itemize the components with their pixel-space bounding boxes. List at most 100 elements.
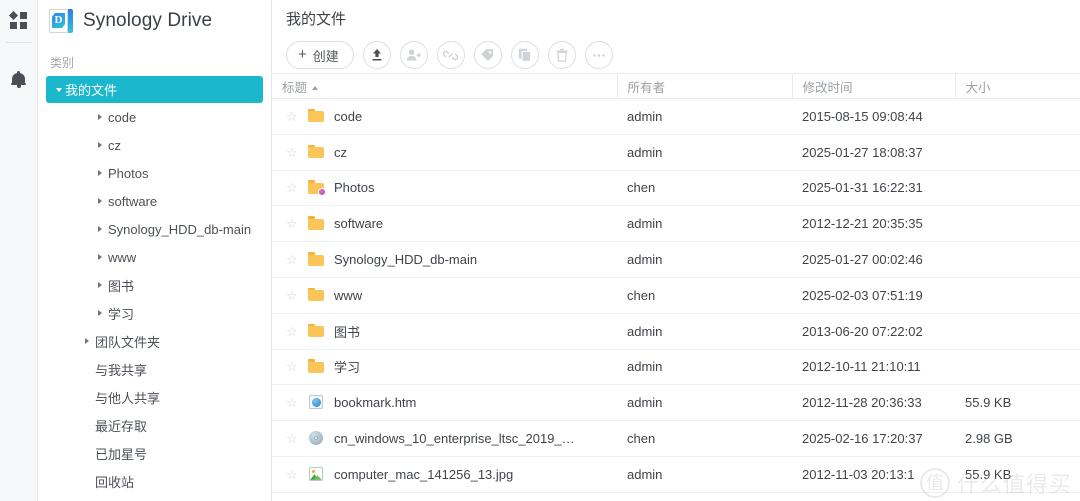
sidebar-item-recycle-bin[interactable]: 回收站 (38, 467, 271, 495)
chevron-right-icon[interactable] (93, 226, 106, 232)
sidebar-item-cz[interactable]: cz (38, 131, 271, 159)
column-header-size[interactable]: 大小 (954, 73, 1080, 99)
sidebar-item-code[interactable]: code (38, 103, 271, 131)
file-name: code (334, 108, 363, 124)
chevron-right-icon[interactable] (93, 310, 106, 316)
column-header-title-label: 标题 (282, 80, 308, 95)
table-row[interactable]: ☆ cz admin 2025-01-27 18:08:37 (272, 134, 1080, 171)
star-icon[interactable]: ☆ (286, 468, 299, 481)
file-owner: chen (617, 170, 792, 207)
table-row[interactable]: ☆ 学习 admin 2012-10-11 21:10:11 (272, 349, 1080, 386)
star-icon[interactable]: ☆ (286, 325, 299, 338)
file-modified-time: 2012-10-11 21:10:11 (792, 349, 955, 386)
chevron-down-icon[interactable] (52, 87, 65, 92)
star-icon[interactable]: ☆ (286, 360, 299, 373)
sidebar-item-study[interactable]: 学习 (38, 299, 271, 327)
link-icon (443, 50, 459, 60)
sidebar-item-www[interactable]: www (38, 243, 271, 271)
create-button[interactable]: + 创建 (286, 41, 354, 69)
sidebar-item-label: 与我共享 (95, 362, 148, 378)
chevron-right-icon[interactable] (93, 142, 106, 148)
star-icon[interactable]: ☆ (286, 146, 299, 159)
chevron-right-icon[interactable] (80, 338, 93, 344)
file-owner: admin (617, 205, 792, 243)
chevron-right-icon[interactable] (93, 170, 106, 176)
file-size (955, 205, 1080, 243)
column-header-modified-time[interactable]: 修改时间 (791, 73, 955, 99)
file-modified-time: 2013-06-20 07:22:02 (792, 313, 955, 350)
star-icon[interactable]: ☆ (286, 396, 299, 409)
sidebar-item-label: 团队文件夹 (95, 334, 161, 350)
file-owner: admin (617, 349, 792, 386)
table-row[interactable]: ☆ software admin 2012-12-21 20:35:35 (272, 205, 1080, 243)
chevron-right-icon[interactable] (93, 198, 106, 204)
chevron-right-icon[interactable] (93, 282, 106, 288)
folder-icon (308, 323, 325, 339)
sidebar-item-synology-hdd-db-main[interactable]: Synology_HDD_db-main (38, 215, 271, 243)
table-row[interactable]: ☆ bookmark.htm admin 2012-11-28 20:36:33… (272, 384, 1080, 422)
column-header-title[interactable]: 标题 (272, 73, 617, 99)
sidebar-item-label: 最近存取 (95, 418, 148, 434)
sidebar-item-software[interactable]: software (38, 187, 271, 215)
star-icon[interactable]: ☆ (286, 110, 299, 123)
sidebar-item-shared-with-me[interactable]: 与我共享 (38, 355, 271, 383)
column-header-owner[interactable]: 所有者 (616, 73, 792, 99)
sidebar-item-shared-with-others[interactable]: 与他人共享 (38, 383, 271, 411)
file-modified-time: 2025-01-27 18:08:37 (792, 134, 955, 171)
sidebar-item-label: 已加星号 (95, 446, 148, 462)
chevron-right-icon[interactable] (93, 254, 106, 260)
table-row[interactable]: ☆ 图书 admin 2013-06-20 07:22:02 (272, 313, 1080, 350)
file-name-cell: ☆ 图书 (272, 313, 617, 350)
file-name: software (334, 216, 384, 232)
chevron-right-icon[interactable] (93, 114, 106, 120)
table-row[interactable]: ☆ www chen 2025-02-03 07:51:19 (272, 277, 1080, 314)
sidebar-item-recent[interactable]: 最近存取 (38, 411, 271, 439)
table-row[interactable]: ☆ Photos chen 2025-01-31 16:22:31 (272, 170, 1080, 207)
file-modified-time: 2025-02-16 17:20:37 (792, 420, 955, 457)
sidebar-item-books[interactable]: 图书 (38, 271, 271, 299)
star-icon[interactable]: ☆ (286, 253, 299, 266)
header-row: 标题 所有者 修改时间 大小 (272, 73, 1080, 99)
share-link-button[interactable] (436, 41, 465, 69)
folder-icon (308, 287, 325, 303)
ellipsis-icon (593, 53, 605, 57)
sidebar-item-label: 图书 (108, 278, 135, 294)
file-name-cell: ☆ cn_windows_10_enterprise_ltsc_2019_… (272, 420, 617, 457)
file-name-cell: ☆ computer_mac_141256_13.jpg (272, 456, 617, 493)
copy-button[interactable] (510, 41, 539, 69)
table-row[interactable]: ☆ cn_windows_10_enterprise_ltsc_2019_… c… (272, 420, 1080, 457)
sidebar-item-label: 学习 (108, 306, 135, 322)
sidebar-item-photos[interactable]: Photos (38, 159, 271, 187)
file-modified-time: 2012-11-03 20:13:1 (792, 456, 955, 493)
sidebar-item-team-folder[interactable]: 团队文件夹 (38, 327, 271, 355)
app-grid-icon (8, 10, 27, 29)
star-icon[interactable]: ☆ (286, 289, 299, 302)
app-menu-button[interactable] (0, 0, 38, 40)
html-file-icon (308, 395, 325, 410)
sidebar-item-label: www (108, 249, 137, 265)
notifications-button[interactable] (0, 59, 38, 99)
table-row[interactable]: ☆ computer_mac_141256_13.jpg admin 2012-… (272, 456, 1080, 493)
sidebar-item-label: Photos (108, 165, 149, 181)
file-owner: admin (617, 134, 792, 171)
file-list-body: ☆ code admin 2015-08-15 09:08:44 ☆ cz ad… (272, 98, 1080, 493)
synology-drive-logo-icon: D (49, 8, 73, 34)
file-owner: admin (617, 456, 792, 493)
sidebar-item-my-files[interactable]: 我的文件 (46, 76, 263, 103)
star-icon[interactable]: ☆ (286, 217, 299, 230)
table-row[interactable]: ☆ code admin 2015-08-15 09:08:44 (272, 98, 1080, 135)
label-button[interactable] (473, 41, 502, 69)
more-button[interactable] (584, 41, 613, 69)
bell-icon (11, 70, 26, 88)
table-row[interactable]: ☆ Synology_HDD_db-main admin 2025-01-27 … (272, 241, 1080, 278)
file-name: cn_windows_10_enterprise_ltsc_2019_… (334, 431, 575, 447)
sidebar-item-starred[interactable]: 已加星号 (38, 439, 271, 467)
delete-button[interactable] (547, 41, 576, 69)
plus-icon: + (298, 46, 307, 63)
star-icon[interactable]: ☆ (286, 181, 299, 194)
share-with-user-button[interactable] (399, 41, 428, 69)
star-icon[interactable]: ☆ (286, 432, 299, 445)
file-name: Photos (334, 180, 375, 196)
sidebar-item-label: 与他人共享 (95, 390, 161, 406)
upload-button[interactable] (362, 41, 391, 69)
